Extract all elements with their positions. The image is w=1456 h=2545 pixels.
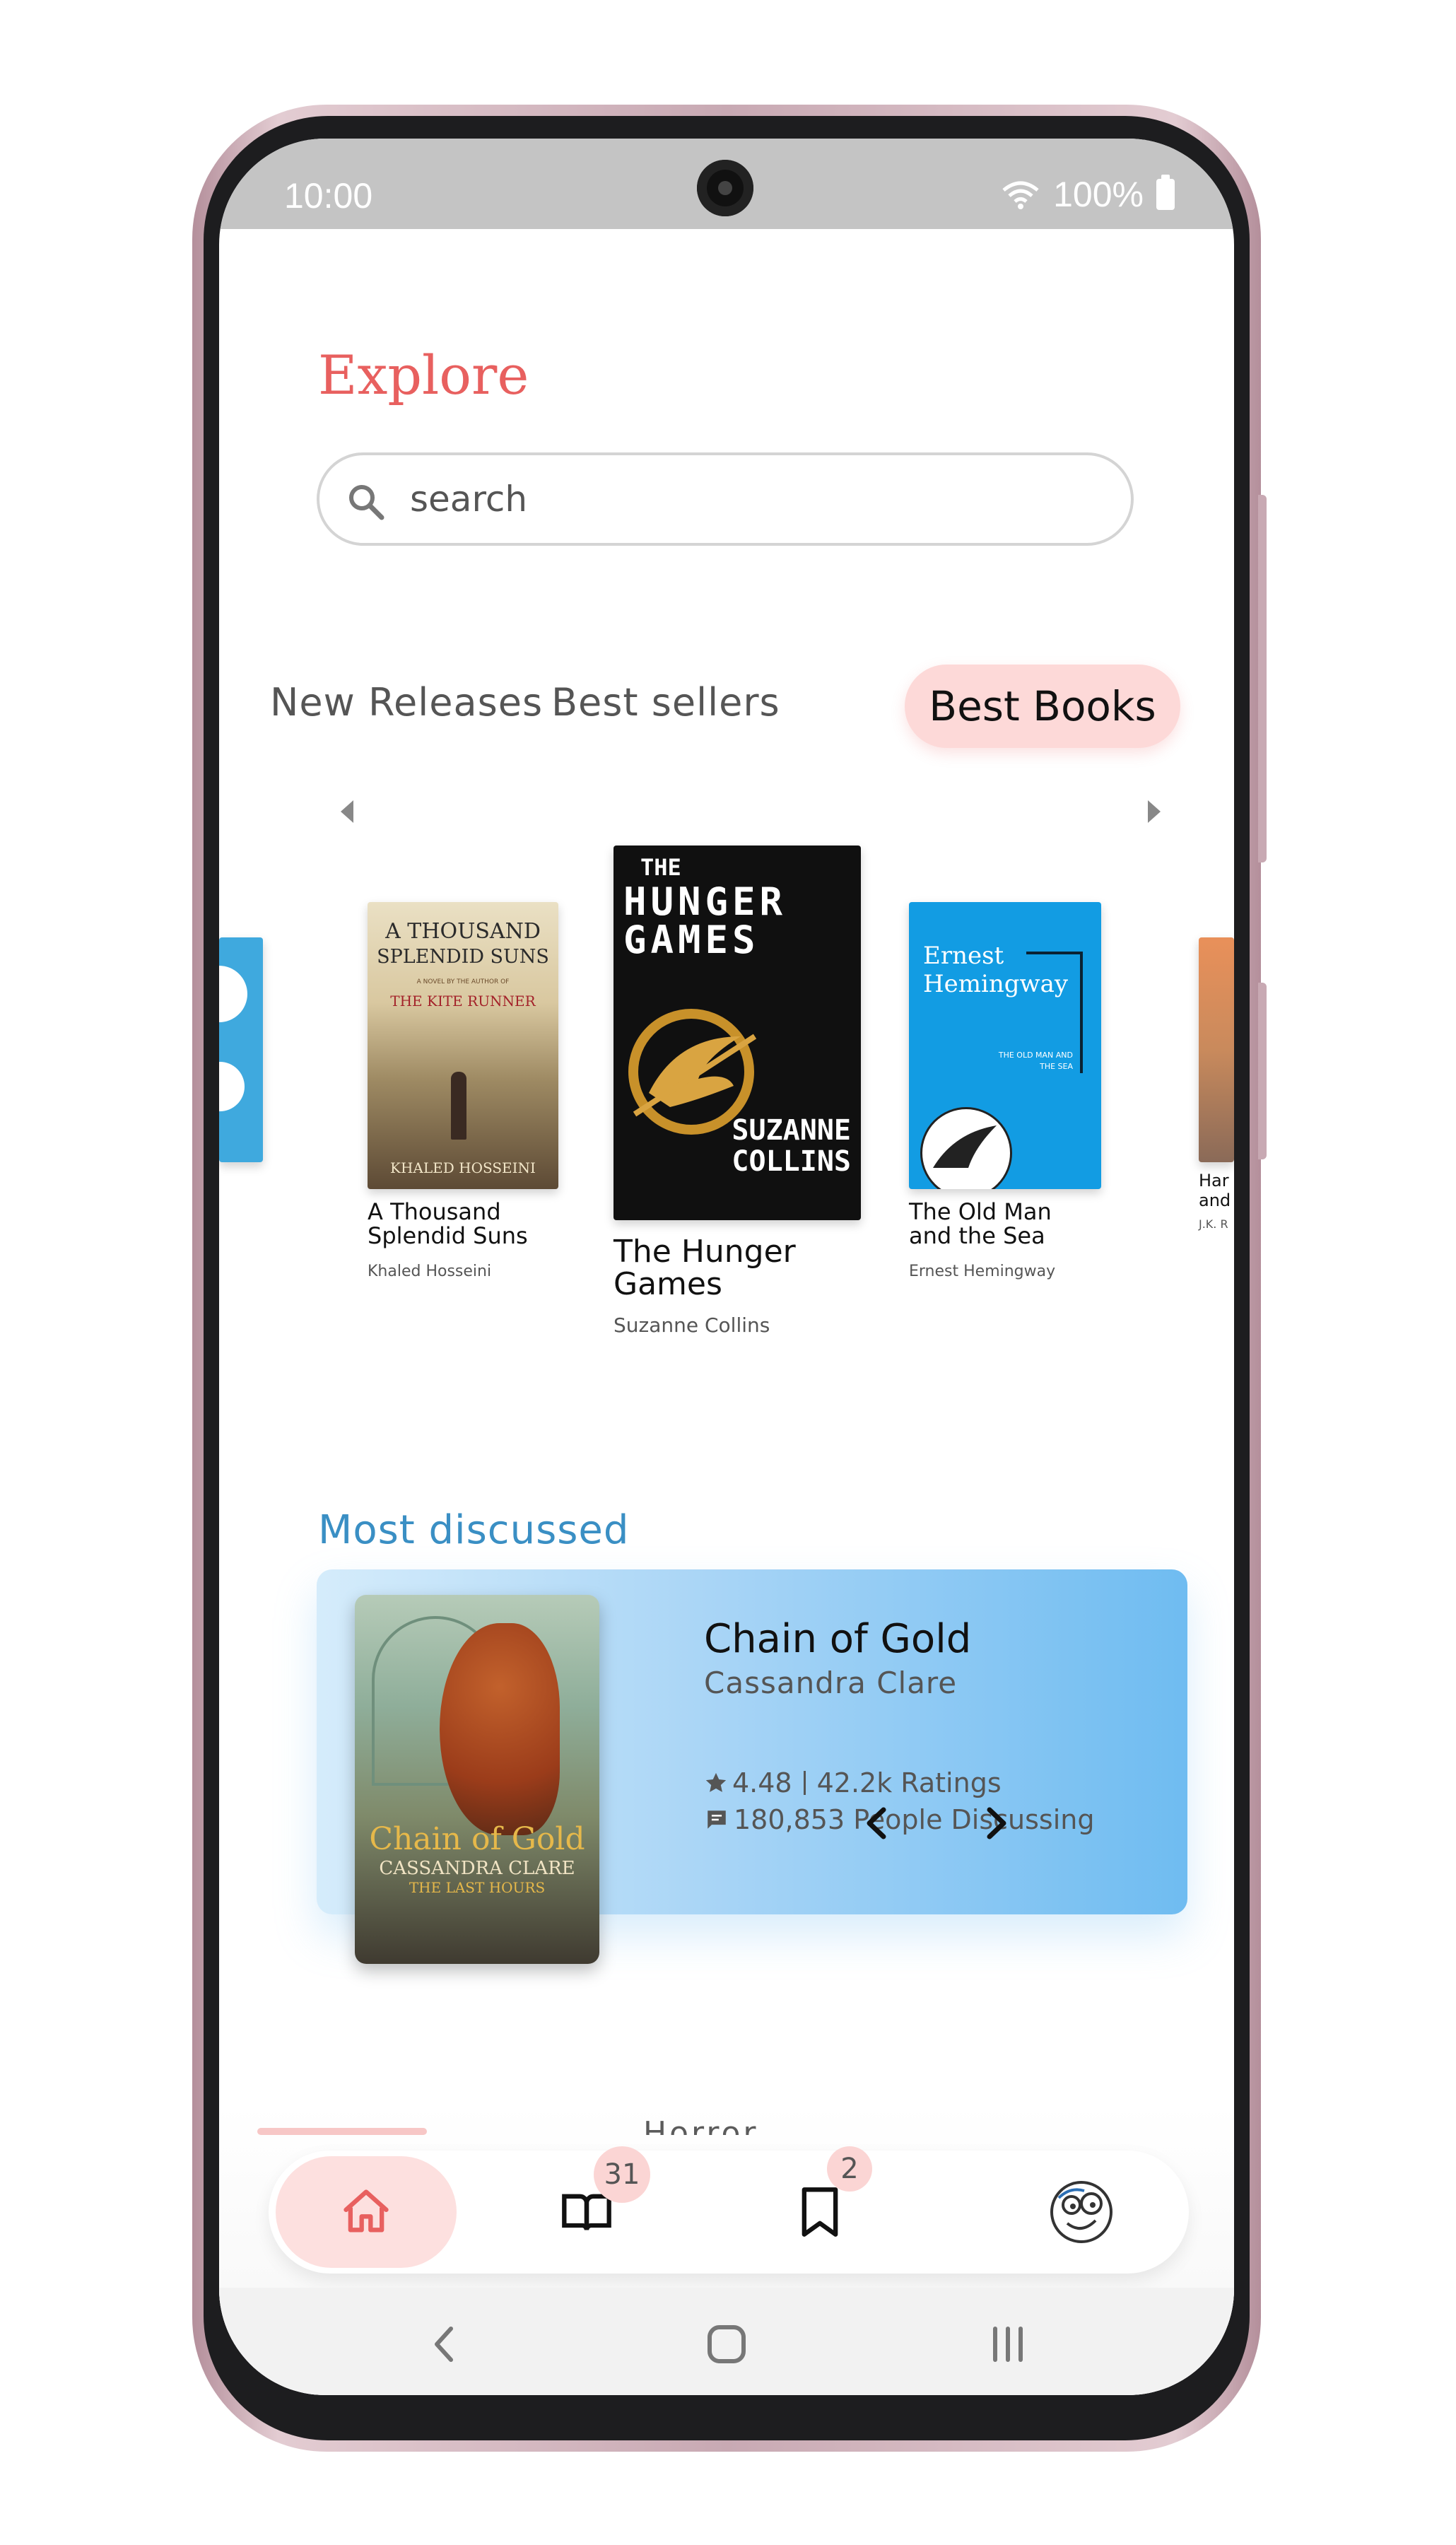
book-author: Suzanne Collins (613, 1314, 770, 1337)
cover-figure (440, 1623, 560, 1835)
cover-series: THE LAST HOURS (409, 1879, 546, 1896)
saved-badge: 2 (827, 2146, 872, 2192)
marlin-icon (933, 1125, 997, 1168)
book-cover-peek-right[interactable] (1199, 937, 1234, 1162)
back-icon[interactable] (417, 2316, 474, 2373)
cover-title: THE SEA (1040, 1062, 1073, 1071)
tab-best-books[interactable]: Best Books (905, 665, 1180, 748)
power-key (1258, 983, 1267, 1159)
nav-home[interactable] (276, 2156, 457, 2268)
home-icon (344, 2189, 389, 2233)
tab-new-releases[interactable]: New Releases (270, 680, 543, 725)
book-cover[interactable]: A THOUSAND SPLENDID SUNS A NOVEL BY THE … (368, 902, 558, 1189)
avatar-icon (1050, 2181, 1112, 2243)
book-title[interactable]: A Thousand Splendid Suns (368, 1200, 551, 1248)
cover-title: SPLENDID SUNS (377, 946, 549, 968)
nav-saved[interactable]: 2 (756, 2146, 883, 2274)
wifi-icon (1002, 181, 1039, 209)
feature-book-cover[interactable]: Chain of Gold CASSANDRA CLARE THE LAST H… (355, 1595, 599, 1964)
battery-icon (1156, 175, 1175, 210)
cover-tagline: A NOVEL BY THE AUTHOR OF (416, 978, 510, 985)
status-bar: 10:00 100% (219, 139, 1234, 229)
recents-icon[interactable] (980, 2316, 1036, 2373)
status-time: 10:00 (284, 176, 373, 216)
discussing-count: 180,853 People Discussing (734, 1804, 1095, 1835)
volume-key (1258, 495, 1267, 862)
chevron-left-icon[interactable] (852, 1798, 902, 1848)
feature-book-title[interactable]: Chain of Gold (704, 1616, 971, 1662)
book-cover-peek-left[interactable] (219, 937, 263, 1162)
bottom-nav: 31 2 (269, 2146, 1189, 2274)
book-cover[interactable]: Ernest Hemingway THE OLD MAN AND THE SEA (909, 902, 1101, 1189)
book-title[interactable]: The Old Man and the Sea (909, 1200, 1079, 1248)
cover-title: Chain of Gold (369, 1821, 585, 1857)
chevron-right-icon[interactable] (971, 1798, 1021, 1848)
cover-author: KHALED HOSSEINI (390, 1159, 536, 1176)
rating-divider (803, 1771, 806, 1795)
cover-figure (451, 1072, 466, 1140)
library-badge: 31 (594, 2146, 650, 2203)
cover-title: A THOUSAND (385, 919, 541, 944)
book-author-peek: J.K. R (1199, 1217, 1228, 1231)
search-input[interactable] (410, 469, 1088, 529)
carousel-prev-icon[interactable] (341, 800, 353, 823)
cover-author: COLLINS (732, 1145, 851, 1178)
cover-subtitle: THE KITE RUNNER (390, 993, 536, 1010)
cover-title: THE OLD MAN AND (998, 1051, 1073, 1060)
rating-value: 4.48 (732, 1767, 792, 1798)
screen: 10:00 100% Explore New Releases Best sel… (219, 139, 1234, 2395)
tab-best-sellers[interactable]: Best sellers (551, 680, 780, 725)
comment-icon (708, 1810, 726, 1829)
star-icon (705, 1772, 727, 1792)
search-icon (349, 485, 384, 520)
feature-book-author: Cassandra Clare (704, 1666, 958, 1700)
book-author: Ernest Hemingway (909, 1263, 1056, 1280)
section-title-most-discussed: Most discussed (318, 1507, 630, 1553)
book-cover[interactable]: THE HUNGER GAMES SUZANNE COLLINS (613, 846, 861, 1220)
section-pill-peek (257, 2128, 427, 2135)
page-title: Explore (318, 344, 529, 406)
nav-profile[interactable] (1018, 2151, 1145, 2274)
cover-title: GAMES (623, 918, 760, 962)
book-title-peek[interactable]: and (1199, 1191, 1231, 1210)
cover-the: THE (640, 854, 681, 881)
home-button-icon[interactable] (698, 2316, 755, 2373)
rating-row: 4.48 42.2k Ratings (704, 1765, 1095, 1801)
cover-author: CASSANDRA CLARE (379, 1858, 575, 1879)
search-bar[interactable] (317, 452, 1134, 546)
book-title-peek[interactable]: Har (1199, 1171, 1229, 1190)
bookmark-icon (802, 2187, 838, 2237)
section-label-peek: Horror (643, 2115, 759, 2135)
ratings-count: 42.2k Ratings (816, 1767, 1002, 1798)
system-nav-bar (219, 2288, 1234, 2395)
battery-level: 100% (1053, 175, 1144, 214)
cover-author: Ernest (923, 942, 1004, 970)
front-camera (697, 160, 753, 216)
status-indicators: 100% (1001, 174, 1175, 215)
cover-author: SUZANNE (732, 1114, 851, 1147)
book-title[interactable]: The Hunger Games (613, 1235, 826, 1301)
nav-library[interactable]: 31 (523, 2146, 650, 2274)
carousel-next-icon[interactable] (1148, 800, 1161, 823)
book-author: Khaled Hosseini (368, 1263, 492, 1280)
